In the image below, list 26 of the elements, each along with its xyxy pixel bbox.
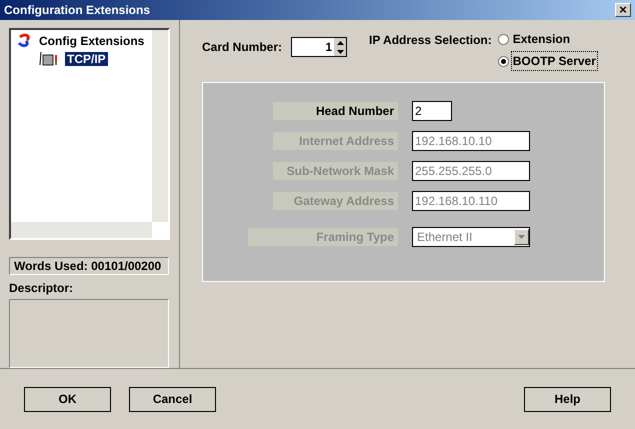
- field-label: Card Number:: [202, 39, 282, 56]
- close-button[interactable]: ×: [615, 3, 631, 17]
- radio-label: BOOTP Server: [512, 52, 597, 70]
- descriptor-label: Descriptor:: [9, 280, 74, 297]
- radio-label: Extension: [512, 31, 572, 48]
- dialog-button[interactable]: OK: [24, 386, 111, 412]
- tree-item[interactable]: Config Extensions: [37, 34, 146, 48]
- input-field[interactable]: 2: [412, 101, 452, 121]
- tree-item[interactable]: TCP/IP: [65, 52, 108, 66]
- field-label: Internet Address: [273, 132, 398, 150]
- field-label: IP Address Selection:: [369, 32, 492, 49]
- descriptor-field[interactable]: [9, 298, 169, 368]
- dialog-button[interactable]: Cancel: [129, 386, 216, 412]
- status-label: Words Used: 00101/00200: [9, 256, 169, 275]
- vertical-scrollbar[interactable]: [152, 30, 168, 222]
- field-label: Framing Type: [248, 228, 398, 246]
- number-spinner[interactable]: 1: [291, 37, 348, 57]
- field-label: Sub-Network Mask: [273, 162, 398, 180]
- field-label: Head Number: [273, 102, 398, 120]
- radio-button[interactable]: [498, 34, 509, 44]
- window-title: Configuration Extensions: [4, 2, 150, 19]
- field-label: Gateway Address: [273, 192, 398, 210]
- radio-button[interactable]: [498, 56, 509, 66]
- horizontal-scrollbar[interactable]: [11, 222, 152, 238]
- dialog-button[interactable]: Help: [524, 386, 611, 412]
- spinner-arrows-icon[interactable]: [334, 38, 346, 56]
